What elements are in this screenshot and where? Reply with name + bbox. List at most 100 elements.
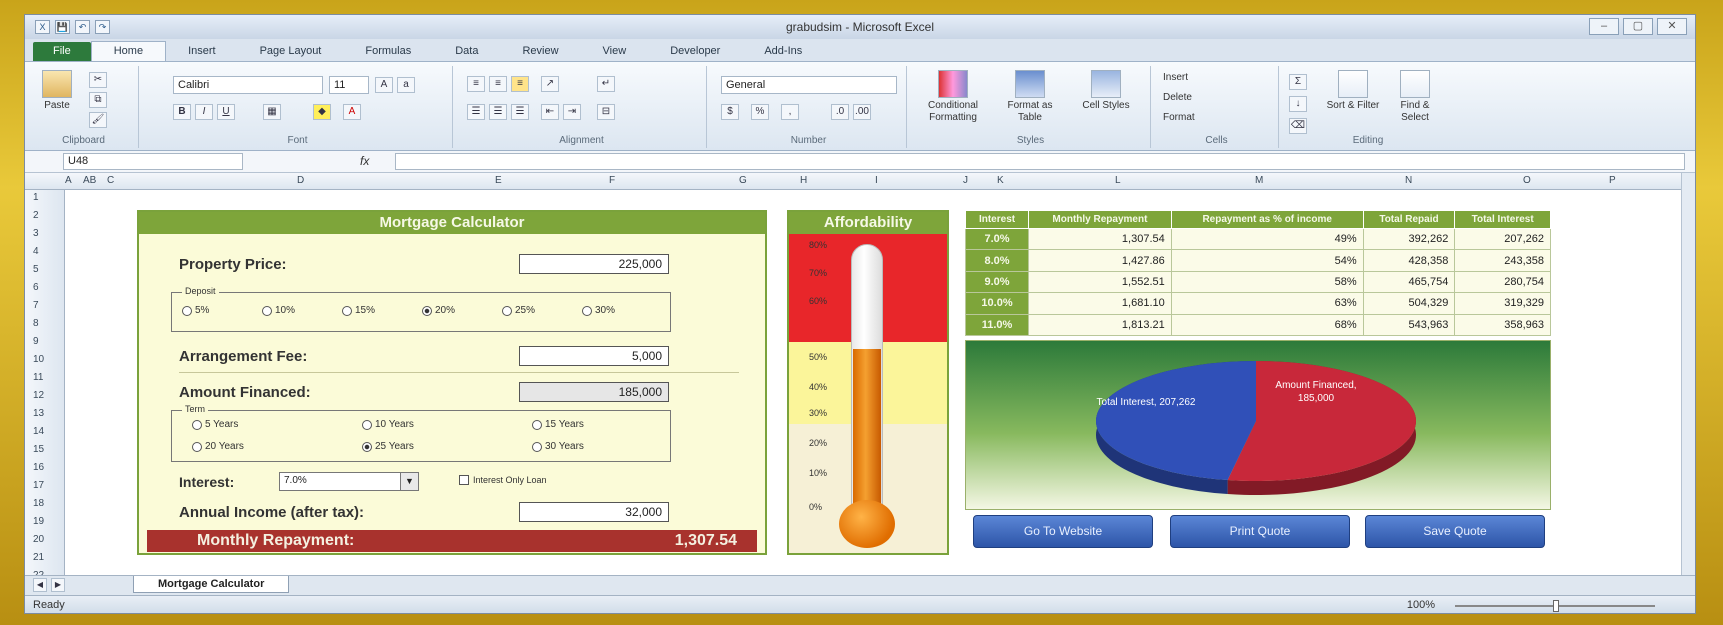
row-16[interactable]: 16 [33,462,44,473]
row-4[interactable]: 4 [33,246,39,257]
row-11[interactable]: 11 [33,372,43,383]
term-option-10[interactable]: 10 Years [362,419,414,430]
cell-percent[interactable]: 58% [1170,270,1364,294]
align-middle-icon[interactable]: ≡ [489,76,507,92]
col-a[interactable]: A [65,175,72,186]
orientation-icon[interactable]: ↗ [541,76,559,92]
tab-insert[interactable]: Insert [166,42,238,61]
go-to-website-button[interactable]: Go To Website [973,515,1153,548]
cell-monthly[interactable]: 1,427.86 [1028,249,1172,272]
tab-file[interactable]: File [33,42,91,61]
cell-total-interest[interactable]: 280,754 [1454,270,1551,294]
sort-filter-button[interactable]: Sort & Filter [1325,70,1381,112]
cell-total-interest[interactable]: 243,358 [1454,249,1551,272]
col-n[interactable]: N [1405,175,1412,186]
increase-indent-icon[interactable]: ⇥ [563,104,581,120]
col-j[interactable]: J [963,175,968,186]
cell-total-repaid[interactable]: 543,963 [1362,313,1456,337]
font-color-icon[interactable]: A [343,104,361,120]
col-g[interactable]: G [739,175,747,186]
row-15[interactable]: 15 [33,444,44,455]
row-6[interactable]: 6 [33,282,39,293]
cell-percent[interactable]: 49% [1170,227,1364,251]
row-9[interactable]: 9 [33,336,39,347]
wrap-text-icon[interactable]: ↵ [597,76,615,92]
row-1[interactable]: 1 [33,192,39,203]
term-option-15[interactable]: 15 Years [532,419,584,430]
align-center-icon[interactable]: ☰ [489,104,507,120]
format-as-table-button[interactable]: Format as Table [995,70,1065,124]
name-box[interactable]: U48 [63,153,243,170]
cell-rate[interactable]: 8.0% [964,249,1030,272]
align-bottom-icon[interactable]: ≡ [511,76,529,92]
col-k[interactable]: K [997,175,1004,186]
decrease-indent-icon[interactable]: ⇤ [541,104,559,120]
font-name-select[interactable]: Calibri [173,76,323,94]
fill-icon[interactable]: ↓ [1289,96,1307,112]
tab-developer[interactable]: Developer [648,42,742,61]
cell-total-repaid[interactable]: 465,754 [1362,270,1456,294]
row-21[interactable]: 21 [33,552,44,563]
term-option-5[interactable]: 5 Years [192,419,238,430]
fx-icon[interactable]: fx [360,154,369,168]
vertical-scrollbar[interactable] [1681,173,1695,575]
cell-percent[interactable]: 68% [1170,313,1364,337]
tab-page-layout[interactable]: Page Layout [238,42,344,61]
row-12[interactable]: 12 [33,390,44,401]
cell-rate[interactable]: 11.0% [964,313,1030,337]
font-size-select[interactable]: 11 [329,76,369,94]
cell-percent[interactable]: 54% [1170,249,1364,272]
align-right-icon[interactable]: ☰ [511,104,529,120]
tab-formulas[interactable]: Formulas [343,42,433,61]
delete-cells-button[interactable]: Delete [1163,92,1192,104]
cell-total-repaid[interactable]: 428,358 [1362,249,1456,272]
align-left-icon[interactable]: ☰ [467,104,485,120]
bold-icon[interactable]: B [173,104,191,120]
col-i[interactable]: I [875,175,878,186]
zoom-slider-handle[interactable] [1553,600,1559,612]
cell-monthly[interactable]: 1,681.10 [1028,292,1172,315]
cell-styles-button[interactable]: Cell Styles [1071,70,1141,112]
cell-rate[interactable]: 7.0% [964,227,1030,251]
borders-icon[interactable]: ▦ [263,104,281,120]
deposit-option-15[interactable]: 15% [342,305,375,316]
col-h[interactable]: H [800,175,807,186]
deposit-option-25[interactable]: 25% [502,305,535,316]
deposit-option-10[interactable]: 10% [262,305,295,316]
align-top-icon[interactable]: ≡ [467,76,485,92]
row-14[interactable]: 14 [33,426,44,437]
annual-income-input[interactable]: 32,000 [519,502,669,522]
col-m[interactable]: M [1255,175,1263,186]
deposit-option-5[interactable]: 5% [182,305,209,316]
next-sheet-icon[interactable]: ▶ [51,578,65,592]
col-l[interactable]: L [1115,175,1121,186]
col-c[interactable]: C [107,175,114,186]
decrease-decimal-icon[interactable]: .00 [853,104,871,120]
row-19[interactable]: 19 [33,516,44,527]
row-20[interactable]: 20 [33,534,44,545]
format-painter-icon[interactable]: 🖌 [89,112,107,128]
col-f[interactable]: F [609,175,615,186]
interest-only-checkbox[interactable]: Interest Only Loan [459,475,547,485]
deposit-option-20[interactable]: 20% [422,305,455,316]
first-sheet-icon[interactable]: ◀ [33,578,47,592]
italic-icon[interactable]: I [195,104,213,120]
merge-center-icon[interactable]: ⊟ [597,104,615,120]
maximize-button[interactable]: ▢ [1623,18,1653,35]
term-option-25[interactable]: 25 Years [362,441,414,452]
deposit-option-30[interactable]: 30% [582,305,615,316]
col-e[interactable]: E [495,175,502,186]
dropdown-arrow-icon[interactable]: ▼ [400,473,418,490]
col-o[interactable]: O [1523,175,1531,186]
term-option-20[interactable]: 20 Years [192,441,244,452]
row-8[interactable]: 8 [33,318,39,329]
zoom-level[interactable]: 100% [1407,599,1435,611]
cell-total-interest[interactable]: 207,262 [1454,227,1551,251]
formula-input[interactable] [395,153,1685,170]
increase-decimal-icon[interactable]: .0 [831,104,849,120]
cell-total-repaid[interactable]: 392,262 [1362,227,1456,251]
format-cells-button[interactable]: Format [1163,112,1195,124]
paste-button[interactable]: Paste [37,70,77,112]
close-button[interactable]: ✕ [1657,18,1687,35]
grow-font-icon[interactable]: A [375,77,393,93]
